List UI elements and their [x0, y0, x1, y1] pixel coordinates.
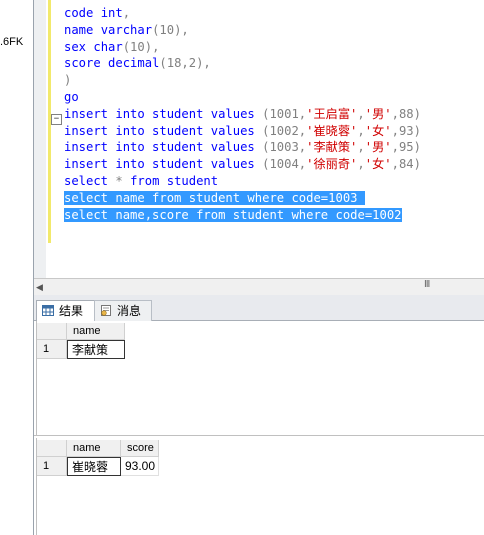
- object-explorer-strip: .6FK: [0, 0, 34, 535]
- code-token: ,88): [391, 106, 421, 121]
- string-literal: '李献策': [306, 140, 358, 155]
- code-token: (18,2),: [159, 56, 211, 71]
- code-line[interactable]: go: [64, 89, 421, 106]
- code-token: ): [64, 73, 72, 88]
- sql-keyword: decimal: [108, 56, 160, 71]
- string-literal: '女': [364, 123, 392, 138]
- message-icon: [101, 305, 111, 316]
- scroll-left-icon[interactable]: ◀: [36, 282, 43, 293]
- string-literal: '男': [364, 106, 392, 121]
- code-token: ,: [357, 123, 365, 138]
- horizontal-scrollbar[interactable]: ◀ III: [34, 278, 484, 296]
- code-token: *: [115, 173, 131, 188]
- code-token: (1004,: [262, 157, 307, 172]
- code-token: (1002,: [262, 123, 307, 138]
- code-line[interactable]: insert into student values (1004,'徐丽奇','…: [64, 156, 421, 173]
- code-token: ,84): [391, 157, 421, 172]
- grid2-cell-name[interactable]: 崔晓蓉: [67, 457, 121, 476]
- sql-keyword: sex: [64, 39, 94, 54]
- code-line[interactable]: insert into student values (1003,'李献策','…: [64, 139, 421, 156]
- code-line[interactable]: select * from student: [64, 173, 421, 190]
- sql-keyword: insert into student values: [64, 157, 263, 172]
- grid1-row-number[interactable]: 1: [37, 340, 67, 359]
- grid1-corner: [37, 323, 67, 340]
- sql-keyword: score: [64, 56, 109, 71]
- code-token: ,: [357, 157, 365, 172]
- grid2-cell-score[interactable]: 93.00: [121, 457, 159, 476]
- tab-results[interactable]: 结果: [36, 300, 96, 321]
- grid2-corner: [37, 440, 67, 457]
- tab-results-label: 结果: [59, 304, 84, 318]
- code-line[interactable]: score decimal(18,2),: [64, 55, 421, 72]
- code-token: (10),: [122, 39, 160, 54]
- selected-text: select name from student where code=1003: [64, 190, 365, 205]
- code-line[interactable]: insert into student values (1002,'崔晓蓉','…: [64, 123, 421, 140]
- sql-keyword: insert into student values: [64, 140, 263, 155]
- code-line[interactable]: ): [64, 72, 421, 89]
- tab-messages[interactable]: 消息: [94, 300, 152, 321]
- code-line[interactable]: select name from student where code=1003: [64, 190, 421, 207]
- grid1-cell-name[interactable]: 李献策: [67, 340, 125, 359]
- code-token: (1003,: [262, 140, 307, 155]
- code-token: ,93): [391, 123, 421, 138]
- sql-keyword: varchar: [100, 22, 153, 37]
- string-literal: '徐丽奇': [306, 157, 358, 172]
- results-splitter[interactable]: [34, 435, 484, 436]
- string-literal: '崔晓蓉': [306, 123, 358, 138]
- sql-keyword: go: [64, 89, 79, 104]
- code-line[interactable]: name varchar(10),: [64, 22, 421, 39]
- grid2-col-header-score[interactable]: score: [121, 440, 159, 457]
- sql-keyword: insert into student values: [64, 106, 263, 121]
- sql-keyword: student: [166, 173, 219, 188]
- code-line[interactable]: select name,score from student where cod…: [64, 207, 421, 224]
- sql-keyword: code: [64, 6, 101, 20]
- collapse-icon[interactable]: −: [51, 114, 62, 125]
- sql-keyword: int: [100, 6, 123, 20]
- explorer-node-label[interactable]: .6FK: [0, 36, 23, 48]
- code-line[interactable]: sex char(10),: [64, 39, 421, 56]
- code-token: (10),: [152, 22, 189, 37]
- sql-keyword: insert into student values: [64, 123, 263, 138]
- tab-messages-label: 消息: [117, 304, 142, 318]
- grid1-col-header[interactable]: name: [67, 323, 125, 340]
- grid2-col-header-name[interactable]: name: [67, 440, 121, 457]
- code-token: ,: [357, 106, 365, 121]
- code-token: ,95): [391, 140, 421, 155]
- sql-keyword: name: [64, 22, 101, 37]
- sql-keyword: char: [93, 39, 123, 54]
- string-literal: '男': [364, 140, 392, 155]
- code-token: (1001,: [262, 106, 307, 121]
- scroll-grip[interactable]: III: [424, 279, 430, 290]
- string-literal: '女': [364, 157, 392, 172]
- code-token: ,: [122, 6, 131, 20]
- selected-text: select name,score from student where cod…: [64, 207, 402, 222]
- code-line[interactable]: insert into student values (1001,'王启富','…: [64, 106, 421, 123]
- code-line[interactable]: code int,: [64, 5, 421, 22]
- grid2-row-number[interactable]: 1: [37, 457, 67, 476]
- sql-keyword: from: [130, 173, 167, 188]
- string-literal: '王启富': [306, 106, 358, 121]
- results-tabbar: 结果 消息: [34, 295, 484, 321]
- grid-icon: [42, 305, 54, 316]
- editor-gutter: [34, 0, 46, 278]
- sql-code[interactable]: code int, name varchar(10), sex char(10), s…: [64, 5, 421, 223]
- sql-keyword: select: [64, 173, 116, 188]
- code-token: ,: [357, 140, 365, 155]
